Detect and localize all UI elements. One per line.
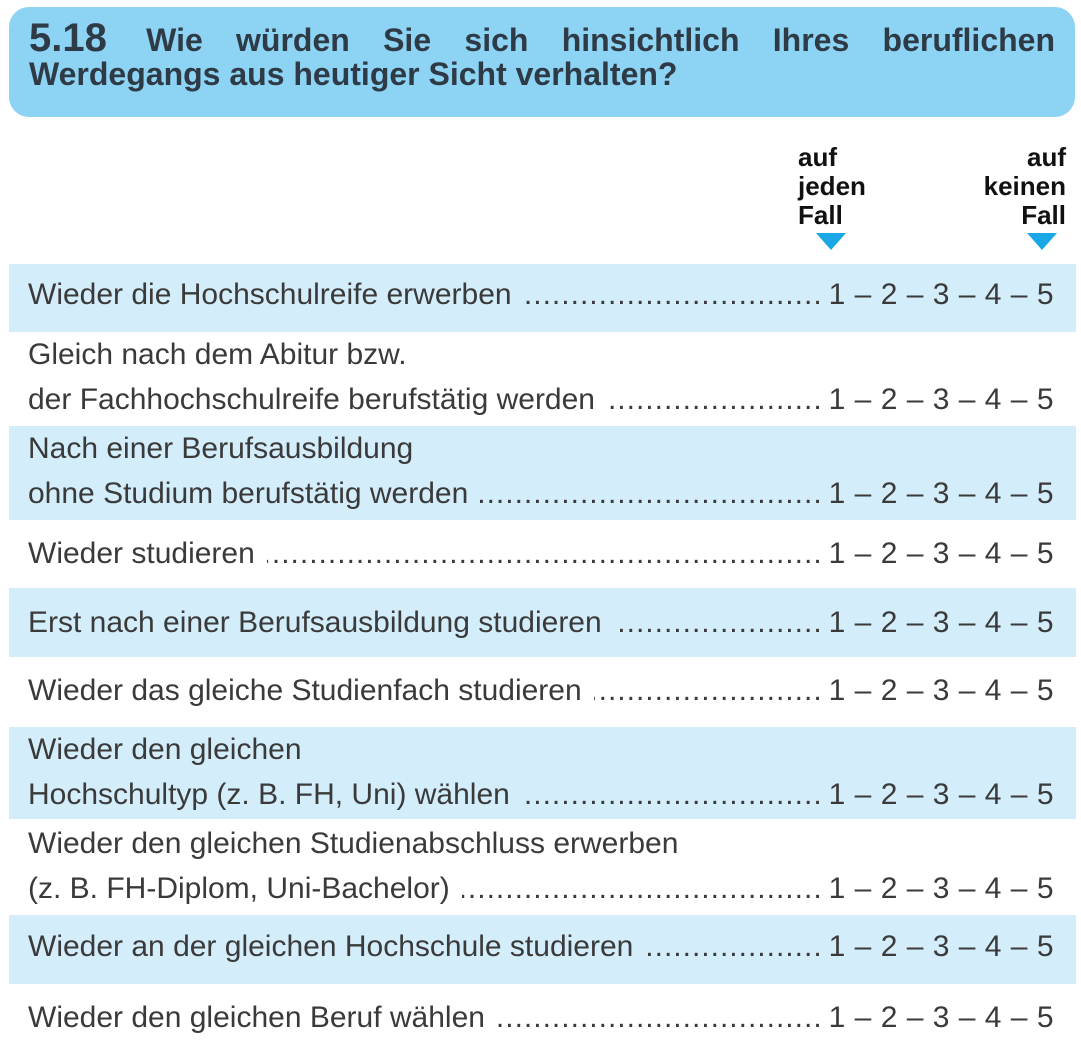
item-row: Erst nach einer Berufsausbildung studier…	[9, 588, 1076, 657]
leader-dots: ........................................…	[614, 606, 823, 639]
item-label-line1: Wieder den gleichen Studienabschluss erw…	[28, 827, 679, 860]
rating-scale[interactable]: 1 – 2 – 3 – 4 – 5	[823, 872, 1054, 906]
item-label: Wieder die Hochschulreife erwerben	[28, 278, 512, 311]
item-row: Wieder die Hochschulreife erwerben .....…	[9, 264, 1076, 332]
item-row: Nach einer Berufsausbildung ohne Studium…	[9, 426, 1076, 520]
question-title-line2: Werdegangs aus heutiger Sicht verhalten?	[29, 56, 678, 92]
item-label: ohne Studium berufstätig werden	[28, 477, 469, 510]
item-label: Wieder studieren	[28, 537, 255, 570]
item-row: Gleich nach dem Abitur bzw. der Fachhoch…	[9, 332, 1076, 426]
leader-dots: ........................................…	[607, 383, 823, 416]
arrow-down-icon	[816, 233, 846, 250]
leader-dots: ........................................…	[593, 674, 823, 707]
item-row: Wieder den gleichen Beruf wählen .......…	[9, 984, 1076, 1054]
item-label-line1: Gleich nach dem Abitur bzw.	[28, 338, 407, 371]
item-label-line1: Nach einer Berufsausbildung	[28, 432, 414, 465]
rating-scale[interactable]: 1 – 2 – 3 – 4 – 5	[823, 537, 1054, 571]
item-row: Wieder den gleichen Hochschultyp (z. B. …	[9, 727, 1076, 819]
leader-dots: ........................................…	[480, 477, 823, 510]
leader-dots: ........................................…	[496, 1001, 823, 1034]
rating-scale[interactable]: 1 – 2 – 3 – 4 – 5	[823, 278, 1054, 312]
item-row: Wieder an der gleichen Hochschule studie…	[9, 915, 1076, 984]
scale-label-right: auf keinen Fall	[983, 142, 1066, 230]
rating-scale[interactable]: 1 – 2 – 3 – 4 – 5	[823, 383, 1054, 417]
leader-dots: ........................................…	[523, 278, 823, 311]
item-label: Hochschultyp (z. B. FH, Uni) wählen	[28, 778, 510, 811]
leader-dots: ........................................…	[461, 872, 823, 905]
leader-dots: ........................................…	[267, 537, 823, 570]
rating-scale[interactable]: 1 – 2 – 3 – 4 – 5	[823, 477, 1054, 511]
rating-scale[interactable]: 1 – 2 – 3 – 4 – 5	[823, 606, 1054, 640]
item-row: Wieder studieren .......................…	[9, 520, 1076, 588]
item-label: der Fachhochschulreife berufstätig werde…	[28, 383, 595, 416]
item-label: Wieder an der gleichen Hochschule studie…	[28, 930, 634, 963]
question-text-1: Wie würden Sie sich hinsichtlich Ihres b…	[146, 22, 1056, 58]
item-row: Wieder das gleiche Studienfach studieren…	[9, 657, 1076, 727]
rating-scale[interactable]: 1 – 2 – 3 – 4 – 5	[823, 1001, 1054, 1035]
question-number: 5.18	[29, 16, 107, 60]
question-header: 5.18 Wie würden Sie sich hinsichtlich Ih…	[9, 7, 1075, 117]
item-row: Wieder den gleichen Studienabschluss erw…	[9, 819, 1076, 915]
rating-scale[interactable]: 1 – 2 – 3 – 4 – 5	[823, 778, 1054, 812]
leader-dots: ........................................…	[645, 930, 823, 963]
item-label-line1: Wieder den gleichen	[28, 733, 302, 766]
rating-scale[interactable]: 1 – 2 – 3 – 4 – 5	[823, 930, 1054, 964]
rating-scale[interactable]: 1 – 2 – 3 – 4 – 5	[823, 674, 1054, 708]
item-label: Wieder das gleiche Studienfach studieren	[28, 674, 582, 707]
arrow-down-icon	[1027, 233, 1057, 250]
question-title-line1: 5.18 Wie würden Sie sich hinsichtlich Ih…	[29, 18, 1056, 58]
scale-label-left: auf jeden Fall	[798, 142, 866, 230]
item-label: Wieder den gleichen Beruf wählen	[28, 1001, 485, 1034]
item-label: (z. B. FH-Diplom, Uni-Bachelor)	[28, 872, 450, 905]
leader-dots: ........................................…	[522, 778, 823, 811]
item-label: Erst nach einer Berufsausbildung studier…	[28, 606, 602, 639]
